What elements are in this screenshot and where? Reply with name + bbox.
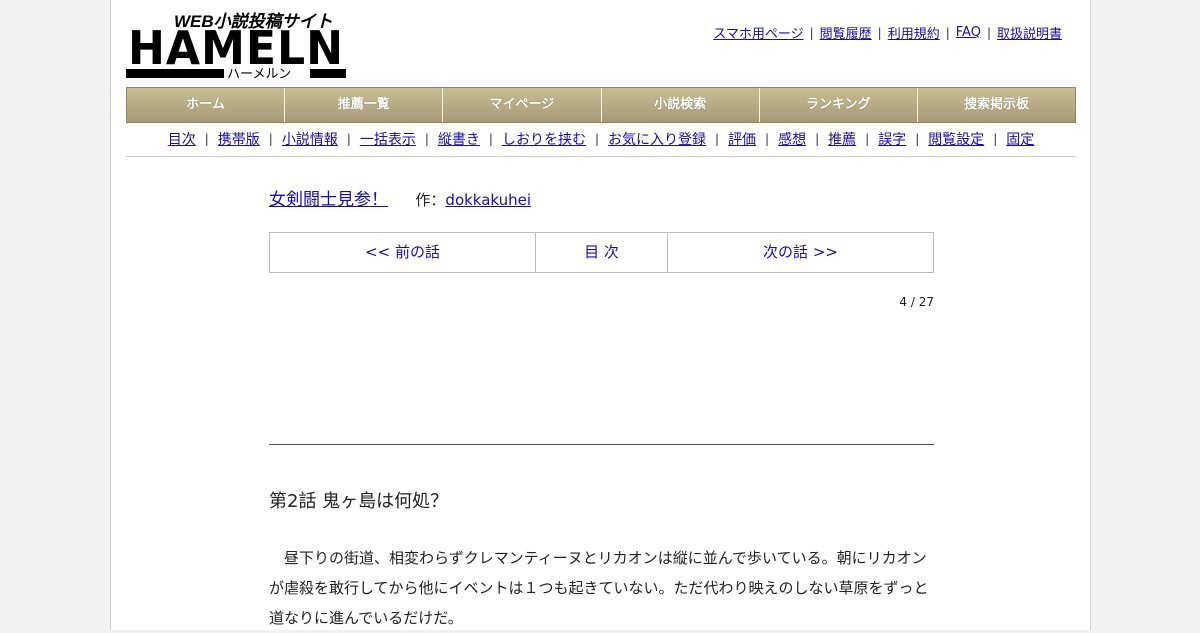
subnav-vertical[interactable]: 縦書き <box>438 129 480 149</box>
menu-home[interactable]: ホーム <box>127 88 286 122</box>
menu-search[interactable]: 小説検索 <box>601 88 760 122</box>
top-link-manual[interactable]: 取扱説明書 <box>997 23 1062 42</box>
title-line: 女剣闘士見参！ 作：dokkakuhei <box>269 185 934 210</box>
subnav-mobile[interactable]: 携帯版 <box>218 129 260 149</box>
top-link-history[interactable]: 閲覧履歴 <box>820 23 872 42</box>
subnav-rating[interactable]: 評価 <box>728 129 756 149</box>
main-menu: ホーム 推薦一覧 マイページ 小説検索 ランキング 捜索掲示板 <box>126 87 1076 123</box>
top-links: スマホ用ページ | 閲覧履歴 | 利用規約 | FAQ | 取扱説明書 <box>713 23 1062 42</box>
toc-button[interactable]: 目 次 <box>536 233 668 272</box>
novel-content: 女剣闘士見参！ 作：dokkakuhei << 前の話 目 次 次の話 >> 4… <box>269 180 934 627</box>
next-chapter-button[interactable]: 次の話 >> <box>668 233 933 272</box>
subnav-pin[interactable]: 固定 <box>1006 129 1034 149</box>
subnav-comments[interactable]: 感想 <box>778 129 806 149</box>
menu-mypage[interactable]: マイページ <box>443 88 602 122</box>
menu-recommendations[interactable]: 推薦一覧 <box>285 88 444 122</box>
author-label: 作： <box>415 191 446 209</box>
hameln-logo[interactable]: WEB小説投稿サイト HAMELN ハーメルン <box>126 10 346 80</box>
subnav-info[interactable]: 小説情報 <box>282 129 338 149</box>
top-link-terms[interactable]: 利用規約 <box>888 23 940 42</box>
top-link-mobile[interactable]: スマホ用ページ <box>713 23 803 42</box>
chapter-title: 第2話 鬼ヶ島は何処？ <box>269 491 449 512</box>
top-link-faq[interactable]: FAQ <box>956 25 981 40</box>
subnav-bookmark[interactable]: しおりを挟む <box>502 129 586 149</box>
sub-nav: 目次 | 携帯版 | 小説情報 | 一括表示 | 縦書き | しおりを挟む | お気に入り登… <box>126 122 1076 157</box>
page-count: 4 / 27 <box>899 295 934 309</box>
subnav-favorite[interactable]: お気に入り登録 <box>608 129 706 149</box>
novel-title[interactable]: 女剣闘士見参！ <box>269 190 388 210</box>
chapter-nav: << 前の話 目 次 次の話 >> <box>269 232 934 273</box>
page-container: WEB小説投稿サイト HAMELN ハーメルン スマホ用ページ | 閲覧履歴 |… <box>110 0 1091 630</box>
subnav-typo[interactable]: 誤字 <box>878 129 906 149</box>
subnav-settings[interactable]: 閲覧設定 <box>928 129 984 149</box>
subnav-toc[interactable]: 目次 <box>168 129 196 149</box>
subnav-all[interactable]: 一括表示 <box>360 129 416 149</box>
author-link[interactable]: dokkakuhei <box>445 191 531 209</box>
menu-board[interactable]: 捜索掲示板 <box>917 88 1076 122</box>
menu-ranking[interactable]: ランキング <box>759 88 918 122</box>
subnav-recommend[interactable]: 推薦 <box>828 129 856 149</box>
prev-chapter-button[interactable]: << 前の話 <box>270 233 536 272</box>
logo-kana: ハーメルン <box>227 67 291 80</box>
divider <box>269 444 934 445</box>
chapter-body: 昼下りの街道、相変わらずクレマンティーヌとリカオンは縦に並んで歩いている。朝にリ… <box>269 549 929 627</box>
